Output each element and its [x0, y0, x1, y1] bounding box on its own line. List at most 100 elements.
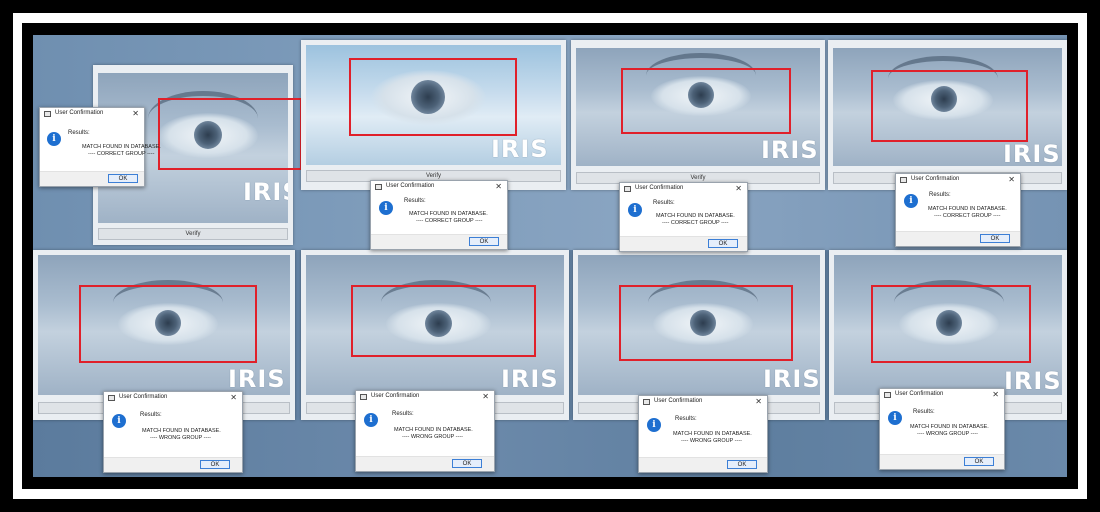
dialog-title: User Confirmation [371, 393, 420, 399]
iris-watermark: IRIS [1004, 367, 1062, 395]
window-icon [360, 394, 367, 400]
results-heading: Results: [929, 192, 951, 198]
iris-watermark: IRIS [491, 135, 549, 163]
user-confirmation-dialog-2: User Confirmation ✕ i Results: MATCH FOU… [370, 180, 508, 250]
iris-roi-box [158, 98, 302, 170]
dialog-titlebar: User Confirmation ✕ [639, 396, 767, 409]
close-icon[interactable]: ✕ [755, 397, 762, 407]
dialog-titlebar: User Confirmation ✕ [620, 183, 747, 196]
close-icon[interactable]: ✕ [482, 392, 489, 402]
group-message: ---- WRONG GROUP ---- [917, 431, 978, 437]
ok-button[interactable]: OK [964, 457, 994, 466]
info-icon: i [112, 414, 126, 428]
results-heading: Results: [68, 130, 90, 136]
close-icon[interactable]: ✕ [1008, 175, 1015, 185]
match-message: MATCH FOUND IN DATABASE. [673, 431, 752, 437]
ok-button[interactable]: OK [727, 460, 757, 469]
dialog-titlebar: User Confirmation ✕ [371, 181, 507, 194]
dialog-footer: OK [40, 171, 144, 186]
group-message: ---- WRONG GROUP ---- [150, 435, 211, 441]
group-message: ---- CORRECT GROUP ---- [416, 218, 483, 224]
iris-roi-box [621, 68, 791, 134]
match-message: MATCH FOUND IN DATABASE. [910, 424, 989, 430]
info-icon: i [379, 201, 393, 215]
dialog-title: User Confirmation [654, 398, 703, 404]
ok-button[interactable]: OK [980, 234, 1010, 243]
dialog-titlebar: User Confirmation ✕ [40, 108, 144, 121]
ok-button[interactable]: OK [708, 239, 738, 248]
dialog-footer: OK [104, 457, 242, 472]
dialog-title: User Confirmation [895, 391, 944, 397]
match-message: MATCH FOUND IN DATABASE. [928, 206, 1007, 212]
iris-watermark: IRIS [761, 136, 819, 164]
user-confirmation-dialog-6: User Confirmation ✕ i Results: MATCH FOU… [355, 390, 495, 472]
ok-button[interactable]: OK [452, 459, 482, 468]
verify-button[interactable]: Verify [98, 228, 288, 240]
dialog-titlebar: User Confirmation ✕ [896, 174, 1020, 187]
dialog-title: User Confirmation [635, 185, 684, 191]
iris-watermark: IRIS [763, 365, 820, 393]
dialog-titlebar: User Confirmation ✕ [356, 391, 494, 404]
results-heading: Results: [653, 200, 675, 206]
dialog-titlebar: User Confirmation ✕ [104, 392, 242, 405]
dialog-footer: OK [880, 454, 1004, 469]
dialog-footer: OK [371, 234, 507, 249]
results-heading: Results: [140, 412, 162, 418]
iris-panel-top-4: IRIS Verify [828, 40, 1067, 190]
dialog-titlebar: User Confirmation ✕ [880, 389, 1004, 402]
close-icon[interactable]: ✕ [230, 393, 237, 403]
info-icon: i [628, 203, 642, 217]
window-icon [900, 177, 907, 183]
info-icon: i [364, 413, 378, 427]
results-heading: Results: [404, 198, 426, 204]
group-message: ---- WRONG GROUP ---- [681, 438, 742, 444]
dialog-footer: OK [620, 236, 747, 251]
iris-roi-box [619, 285, 793, 361]
group-message: ---- CORRECT GROUP ---- [662, 220, 729, 226]
match-message: MATCH FOUND IN DATABASE. [82, 144, 161, 150]
window-icon [884, 392, 891, 398]
close-icon[interactable]: ✕ [132, 109, 139, 119]
window-icon [375, 184, 382, 190]
dialog-title: User Confirmation [55, 110, 104, 116]
iris-watermark: IRIS [243, 178, 288, 206]
ok-button[interactable]: OK [108, 174, 138, 183]
window-icon [108, 395, 115, 401]
group-message: ---- CORRECT GROUP ---- [934, 213, 1001, 219]
iris-roi-box [349, 58, 517, 136]
info-icon: i [647, 418, 661, 432]
dialog-footer: OK [896, 231, 1020, 246]
close-icon[interactable]: ✕ [495, 182, 502, 192]
ok-button[interactable]: OK [469, 237, 499, 246]
dialog-footer: OK [356, 456, 494, 471]
ok-button[interactable]: OK [200, 460, 230, 469]
iris-roi-box [871, 285, 1031, 363]
match-message: MATCH FOUND IN DATABASE. [142, 428, 221, 434]
dialog-title: User Confirmation [119, 394, 168, 400]
iris-roi-box [871, 70, 1028, 142]
dialog-title: User Confirmation [386, 183, 435, 189]
user-confirmation-dialog-4: User Confirmation ✕ i Results: MATCH FOU… [895, 173, 1021, 247]
group-message: ---- CORRECT GROUP ---- [88, 151, 155, 157]
user-confirmation-dialog-5: User Confirmation ✕ i Results: MATCH FOU… [103, 391, 243, 473]
info-icon: i [888, 411, 902, 425]
iris-watermark: IRIS [228, 365, 286, 393]
window-icon [643, 399, 650, 405]
close-icon[interactable]: ✕ [735, 184, 742, 194]
iris-roi-box [79, 285, 257, 363]
window-icon [624, 186, 631, 192]
user-confirmation-dialog-1: User Confirmation ✕ i Results: MATCH FOU… [39, 107, 161, 187]
iris-panel-top-3: IRIS Verify [571, 40, 825, 190]
user-confirmation-dialog-8: User Confirmation ✕ i Results: MATCH FOU… [879, 388, 1005, 470]
iris-panel-top-2: IRIS Verify [301, 40, 566, 190]
iris-roi-box [351, 285, 536, 357]
iris-watermark: IRIS [1003, 140, 1061, 166]
window-icon [44, 111, 51, 117]
group-message: ---- WRONG GROUP ---- [402, 434, 463, 440]
user-confirmation-dialog-3: User Confirmation ✕ i Results: MATCH FOU… [619, 182, 748, 252]
close-icon[interactable]: ✕ [992, 390, 999, 400]
results-heading: Results: [913, 409, 935, 415]
results-heading: Results: [392, 411, 414, 417]
match-message: MATCH FOUND IN DATABASE. [394, 427, 473, 433]
dialog-title: User Confirmation [911, 176, 960, 182]
